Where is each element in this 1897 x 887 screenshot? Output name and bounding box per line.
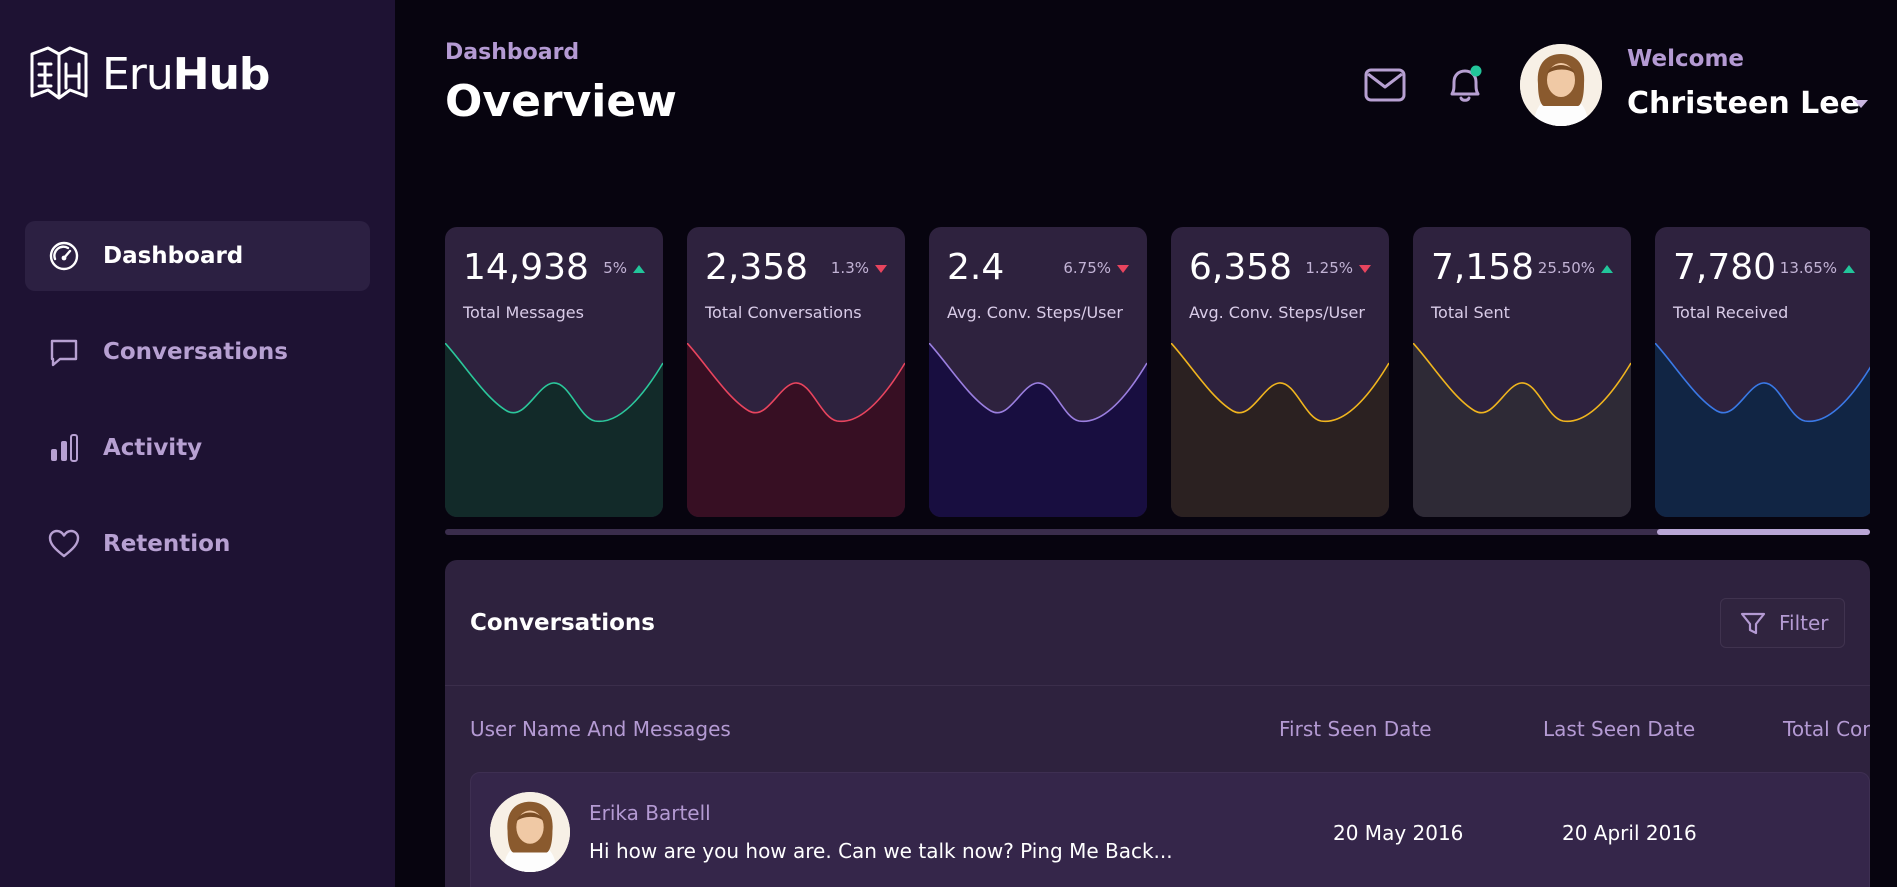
heart-icon: [48, 529, 80, 558]
avatar-image: [1520, 44, 1602, 126]
sidebar-item-retention[interactable]: Retention: [25, 509, 370, 579]
sparkline-chart: [1655, 343, 1870, 517]
stat-label: Total Sent: [1431, 303, 1510, 322]
brand-name-bold: Hub: [172, 48, 271, 100]
column-header-last-seen[interactable]: Last Seen Date: [1543, 717, 1695, 741]
column-header-total[interactable]: Total Con: [1783, 717, 1870, 741]
mail-icon[interactable]: [1362, 62, 1408, 108]
brand-logo[interactable]: EruHub: [28, 44, 271, 104]
page-title: Overview: [445, 76, 677, 127]
sidebar-item-label: Activity: [103, 435, 203, 461]
stat-value: 6,358: [1189, 247, 1293, 288]
cards-scrollbar-thumb[interactable]: [1657, 529, 1870, 535]
chat-icon: [50, 339, 78, 367]
stat-change: 6.75%: [1063, 259, 1129, 277]
brand-name-light: Eru: [102, 48, 174, 100]
sidebar-item-activity[interactable]: Activity: [25, 413, 370, 483]
bell-icon[interactable]: [1442, 62, 1488, 108]
stat-card[interactable]: 7,780 13.65% Total Received: [1655, 227, 1870, 517]
bar-chart-icon: [51, 434, 78, 462]
breadcrumb[interactable]: Dashboard: [445, 40, 579, 65]
stat-change-value: 1.3%: [830, 259, 869, 277]
sparkline-chart: [687, 343, 905, 517]
panel-divider: [445, 685, 1870, 686]
stat-card[interactable]: 2.4 6.75% Avg. Conv. Steps/User: [929, 227, 1147, 517]
stat-change: 13.65%: [1780, 259, 1855, 277]
stat-change: 1.25%: [1305, 259, 1371, 277]
stat-card[interactable]: 6,358 1.25% Avg. Conv. Steps/User: [1171, 227, 1389, 517]
sidebar-item-label: Retention: [103, 531, 231, 557]
trend-down-icon: [1359, 264, 1371, 273]
sidebar-item-label: Conversations: [103, 339, 288, 365]
stat-change-value: 1.25%: [1305, 259, 1353, 277]
sidebar: EruHub Dashboard Conversations Activity …: [0, 0, 395, 887]
stat-label: Avg. Conv. Steps/User: [947, 303, 1123, 322]
stat-card[interactable]: 14,938 5% Total Messages: [445, 227, 663, 517]
stat-label: Avg. Conv. Steps/User: [1189, 303, 1365, 322]
sparkline-area: [1171, 343, 1389, 517]
stat-change-value: 6.75%: [1063, 259, 1111, 277]
sparkline-area: [1655, 343, 1870, 517]
sparkline-chart: [1171, 343, 1389, 517]
stat-card[interactable]: 2,358 1.3% Total Conversations: [687, 227, 905, 517]
user-avatar[interactable]: [1520, 44, 1602, 126]
sparkline-chart: [445, 343, 663, 517]
sidebar-nav: Dashboard Conversations Activity Retenti…: [25, 221, 370, 605]
sidebar-item-label: Dashboard: [103, 243, 244, 269]
sparkline-area: [445, 343, 663, 517]
chevron-down-icon[interactable]: [1854, 100, 1868, 108]
trend-up-icon: [1601, 264, 1613, 273]
sparkline-chart: [929, 343, 1147, 517]
stat-change: 5%: [603, 259, 645, 277]
avatar: [490, 792, 570, 872]
trend-down-icon: [1117, 264, 1129, 273]
stat-value: 2,358: [705, 247, 809, 288]
sparkline-area: [687, 343, 905, 517]
sparkline-area: [1413, 343, 1631, 517]
conversations-panel: Conversations Filter User Name And Messa…: [445, 560, 1870, 887]
sidebar-item-dashboard[interactable]: Dashboard: [25, 221, 370, 291]
stat-card[interactable]: 7,158 25.50% Total Sent: [1413, 227, 1631, 517]
stat-value: 7,158: [1431, 247, 1535, 288]
stat-label: Total Received: [1673, 303, 1789, 322]
welcome-label: Welcome: [1627, 46, 1745, 72]
brand-name: EruHub: [102, 48, 271, 100]
cards-scrollbar[interactable]: [445, 529, 1870, 535]
conversations-title: Conversations: [470, 610, 655, 636]
sparkline-area: [929, 343, 1147, 517]
trend-up-icon: [1843, 264, 1855, 273]
stat-change: 1.3%: [831, 259, 887, 277]
table-row[interactable]: Erika Bartell Hi how are you how are. Ca…: [470, 772, 1870, 887]
row-last-seen: 20 April 2016: [1562, 821, 1697, 845]
row-user-name: Erika Bartell: [589, 801, 711, 825]
sparkline-chart: [1413, 343, 1631, 517]
stat-label: Total Messages: [463, 303, 584, 322]
stat-value: 14,938: [463, 247, 589, 288]
filter-label: Filter: [1779, 611, 1829, 635]
sidebar-item-conversations[interactable]: Conversations: [25, 317, 370, 387]
stats-carousel[interactable]: 14,938 5% Total Messages 2,358 1.3% Total Con…: [445, 227, 1870, 517]
book-logo-icon: [30, 46, 88, 100]
column-header-user[interactable]: User Name And Messages: [470, 717, 731, 741]
stat-change-value: 13.65%: [1779, 259, 1837, 277]
user-name[interactable]: Christeen Lee: [1627, 86, 1860, 121]
stat-change: 25.50%: [1538, 259, 1613, 277]
trend-up-icon: [633, 264, 645, 273]
stat-value: 7,780: [1673, 247, 1777, 288]
row-first-seen: 20 May 2016: [1333, 821, 1464, 845]
filter-button[interactable]: Filter: [1720, 598, 1845, 648]
trend-down-icon: [875, 264, 887, 273]
column-header-first-seen[interactable]: First Seen Date: [1279, 717, 1432, 741]
stat-label: Total Conversations: [705, 303, 862, 322]
row-message: Hi how are you how are. Can we talk now?…: [589, 839, 1173, 863]
notification-dot: [1470, 65, 1482, 77]
gauge-icon: [49, 241, 79, 271]
stat-value: 2.4: [947, 247, 1005, 288]
stat-change-value: 5%: [603, 259, 627, 277]
filter-icon: [1740, 612, 1766, 635]
avatar-image: [490, 792, 570, 872]
stat-change-value: 25.50%: [1537, 259, 1595, 277]
